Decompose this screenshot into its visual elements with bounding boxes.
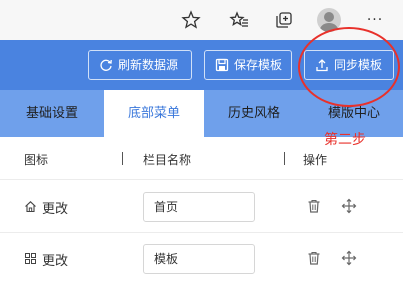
star-icon[interactable] [180,9,202,31]
column-name-input[interactable]: 首页 [143,192,255,222]
header-actions: 操作 [303,153,328,167]
page: ··· 刷新数据源 保存模板 同步模板 基础设置 底部菜单 历史风格 模版中心 … [0,0,403,283]
tab-history-style[interactable]: 历史风格 [204,90,304,137]
home-icon[interactable] [24,200,37,213]
trash-icon[interactable] [306,198,322,214]
tab-basic-settings[interactable]: 基础设置 [0,90,104,137]
column-divider [122,152,123,165]
avatar-head [324,12,334,22]
more-icon[interactable]: ··· [364,9,386,31]
column-divider [284,152,285,165]
column-name-input[interactable]: 模板 [143,244,255,274]
collections-icon[interactable] [273,9,295,31]
table-row: 更改 模板 [0,233,403,283]
table-row: 更改 首页 [0,181,403,233]
refresh-datasource-button[interactable]: 刷新数据源 [88,50,192,80]
move-icon[interactable] [341,250,357,266]
move-icon[interactable] [341,198,357,214]
header-icon: 图标 [24,153,49,167]
header-column-name: 栏目名称 [143,153,192,167]
favorites-icon[interactable] [228,9,250,31]
trash-icon[interactable] [306,250,322,266]
grid-icon[interactable] [24,252,37,265]
save-template-button[interactable]: 保存模板 [204,50,292,80]
annotation-circle [298,27,400,107]
save-icon [215,58,229,72]
refresh-icon [100,59,112,71]
change-icon-link[interactable]: 更改 [42,198,68,217]
save-template-label: 保存模板 [234,58,283,72]
annotation-step-label: 第二步 [324,132,366,148]
refresh-datasource-label: 刷新数据源 [118,58,179,72]
tab-bottom-menu[interactable]: 底部菜单 [104,90,204,137]
change-icon-link[interactable]: 更改 [42,250,68,269]
